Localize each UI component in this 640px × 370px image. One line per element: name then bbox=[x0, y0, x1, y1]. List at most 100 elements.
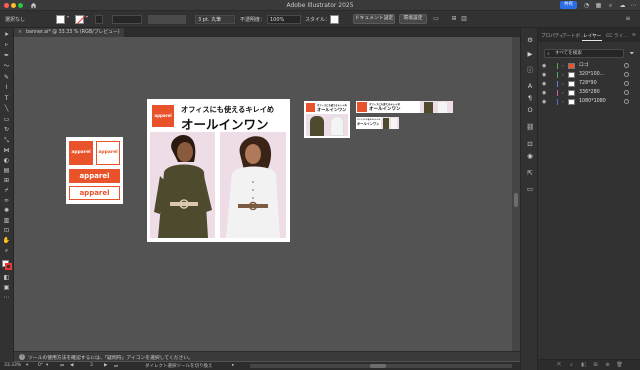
brush-definition[interactable]: 3 pt. 丸筆 bbox=[195, 15, 235, 24]
stroke-weight-dropdown[interactable] bbox=[112, 15, 142, 24]
mesh-tool-icon[interactable]: ⊞ bbox=[2, 177, 11, 185]
links-panel-icon[interactable]: ⛓ bbox=[526, 123, 534, 131]
canvas[interactable]: apparel apparel apparel apparel apparel … bbox=[14, 37, 512, 351]
transform-icon[interactable]: ▥ bbox=[460, 15, 468, 23]
screen-mode-icon[interactable]: ▣ bbox=[2, 284, 11, 292]
draw-mode-icon[interactable]: ◧ bbox=[2, 274, 11, 282]
expand-arrow-icon[interactable]: › bbox=[562, 90, 564, 96]
document-setup-button[interactable]: ドキュメント設定 bbox=[353, 14, 395, 24]
layer-target-icon[interactable] bbox=[624, 63, 629, 68]
graphic-style-swatch[interactable] bbox=[330, 15, 339, 24]
paragraph-panel-icon[interactable]: ¶ bbox=[526, 94, 534, 102]
layer-target-icon[interactable] bbox=[624, 99, 629, 104]
control-bar-menu-icon[interactable]: ≡ bbox=[624, 15, 632, 23]
previous-artboard-icon[interactable]: ◀ bbox=[70, 363, 73, 368]
expand-arrow-icon[interactable]: › bbox=[562, 72, 564, 78]
scale-tool-icon[interactable]: ⤡ bbox=[2, 137, 11, 145]
expand-arrow-icon[interactable]: › bbox=[562, 63, 564, 69]
vertical-scroll-thumb[interactable] bbox=[514, 193, 518, 207]
layer-row[interactable]: ◉ › 336*280 bbox=[538, 89, 640, 97]
visibility-eye-icon[interactable]: ◉ bbox=[542, 81, 546, 87]
last-artboard-icon[interactable]: ⏭ bbox=[114, 363, 118, 369]
first-artboard-icon[interactable]: ⏮ bbox=[60, 363, 64, 369]
selection-tool-icon[interactable]: ➤ bbox=[2, 31, 11, 39]
layer-name[interactable]: 320*100... bbox=[579, 72, 604, 78]
new-sublayer-icon[interactable]: ⊞ bbox=[592, 362, 599, 369]
more-icon[interactable]: ⋯ bbox=[630, 2, 637, 9]
question-mark-icon[interactable]: ? bbox=[19, 354, 25, 360]
layer-row[interactable]: ◉ › ロゴ bbox=[538, 62, 640, 70]
workspace-icon[interactable]: ▦ bbox=[595, 2, 602, 9]
delete-layer-icon[interactable]: 🗑 bbox=[616, 362, 623, 369]
document-tab[interactable]: × banner.ai* @ 33.33 % (RGB/プレビュー) bbox=[14, 28, 124, 37]
zoom-tool-icon[interactable]: ⌕ bbox=[2, 247, 11, 255]
play-action-icon[interactable]: ▶ bbox=[526, 50, 534, 58]
tab-artboards[interactable]: アートボ… bbox=[562, 33, 585, 39]
filter-icon[interactable]: ⏷ bbox=[628, 49, 636, 58]
layer-name[interactable]: 728*90 bbox=[579, 81, 597, 87]
rotation-dropdown-icon[interactable]: ▾ bbox=[46, 363, 48, 368]
export-for-screens-icon[interactable]: ⇱ bbox=[556, 362, 563, 369]
character-panel-icon[interactable]: A bbox=[526, 82, 534, 90]
visibility-eye-icon[interactable]: ◉ bbox=[542, 63, 546, 69]
artboard-number[interactable]: 3 bbox=[90, 363, 93, 368]
artboard-tool-icon[interactable]: ⊡ bbox=[2, 227, 11, 235]
hand-tool-icon[interactable]: ✋ bbox=[2, 237, 11, 245]
variable-width-profile[interactable] bbox=[148, 15, 186, 24]
zoom-level[interactable]: 33.33% bbox=[4, 363, 21, 368]
artboard-728x90[interactable]: オフィスにも使えるキレイめ オールインワン bbox=[356, 101, 453, 113]
new-layer-icon[interactable]: ⊕ bbox=[604, 362, 611, 369]
vertical-scrollbar[interactable] bbox=[512, 37, 520, 351]
horizontal-scroll-thumb[interactable] bbox=[370, 364, 386, 368]
bell-icon[interactable]: ◔ bbox=[583, 2, 590, 9]
width-tool-icon[interactable]: ⋈ bbox=[2, 147, 11, 155]
layers-search-input[interactable]: ⌕ すべてを検索 bbox=[544, 49, 624, 58]
fill-dropdown-icon[interactable]: ▾ bbox=[67, 14, 69, 19]
opacity-field[interactable]: 100% bbox=[267, 15, 301, 24]
info-panel-icon[interactable]: ⓘ bbox=[526, 66, 534, 74]
stroke-swatch[interactable] bbox=[75, 15, 84, 24]
tab-layers[interactable]: レイヤー bbox=[583, 33, 601, 39]
properties-panel-icon[interactable]: ⚙ bbox=[526, 36, 534, 44]
layer-row[interactable]: ◉ › 320*100... bbox=[538, 71, 640, 79]
search-icon[interactable]: ⌕ bbox=[607, 2, 614, 9]
blend-tool-icon[interactable]: ∞ bbox=[2, 197, 11, 205]
horizontal-scrollbar[interactable] bbox=[250, 364, 512, 368]
zoom-dropdown-icon[interactable]: ▾ bbox=[26, 363, 28, 368]
visibility-eye-icon[interactable]: ◉ bbox=[542, 99, 546, 105]
tab-properties[interactable]: プロパティ bbox=[541, 33, 564, 39]
line-tool-icon[interactable]: ╲ bbox=[2, 105, 11, 113]
tab-cc-libraries[interactable]: CC ライ… bbox=[606, 33, 628, 39]
edit-toolbar-icon[interactable]: ⋯ bbox=[2, 294, 11, 302]
layer-name[interactable]: ロゴ bbox=[579, 63, 589, 69]
direct-selection-tool-icon[interactable]: ▹ bbox=[2, 41, 11, 49]
preferences-button[interactable]: 環境設定 bbox=[399, 14, 427, 24]
pencil-tool-icon[interactable]: ✎ bbox=[2, 74, 11, 82]
export-panel-icon[interactable]: ⇱ bbox=[526, 169, 534, 177]
artboard-320x100[interactable]: オフィスにも使えるキレイめ オールインワン bbox=[356, 117, 399, 129]
layer-row[interactable]: ◉ › 728*90 bbox=[538, 80, 640, 88]
close-tab-icon[interactable]: × bbox=[18, 28, 22, 37]
type-tool-icon[interactable]: T bbox=[2, 95, 11, 103]
graph-tool-icon[interactable]: ▥ bbox=[2, 217, 11, 225]
clipping-mask-icon[interactable]: ◧ bbox=[580, 362, 587, 369]
artboards-panel-icon[interactable]: ⊡ bbox=[526, 140, 534, 148]
visibility-eye-icon[interactable]: ◉ bbox=[542, 72, 546, 78]
cloud-icon[interactable]: ☁ bbox=[619, 2, 626, 9]
panel-menu-icon[interactable]: ≡ bbox=[632, 33, 636, 38]
layer-name[interactable]: 1080*1080 bbox=[579, 99, 606, 105]
rotate-tool-icon[interactable]: ↻ bbox=[2, 126, 11, 134]
eyedropper-tool-icon[interactable]: ⌿ bbox=[2, 187, 11, 195]
arrange-documents-icon[interactable]: ▭ bbox=[432, 15, 440, 23]
fill-swatch[interactable] bbox=[56, 15, 65, 24]
layer-target-icon[interactable] bbox=[624, 90, 629, 95]
locate-object-icon[interactable]: ⌕ bbox=[568, 362, 575, 369]
artboard-logo[interactable]: apparel apparel apparel apparel bbox=[66, 137, 123, 204]
align-icon[interactable]: ⊞ bbox=[450, 15, 458, 23]
layer-target-icon[interactable] bbox=[624, 72, 629, 77]
gradient-tool-icon[interactable]: ▤ bbox=[2, 167, 11, 175]
opentype-panel-icon[interactable]: O bbox=[526, 106, 534, 114]
pen-tool-icon[interactable]: ✒ bbox=[2, 52, 11, 60]
shape-builder-tool-icon[interactable]: ◐ bbox=[2, 157, 11, 165]
fill-stroke-swatches[interactable] bbox=[2, 260, 12, 270]
